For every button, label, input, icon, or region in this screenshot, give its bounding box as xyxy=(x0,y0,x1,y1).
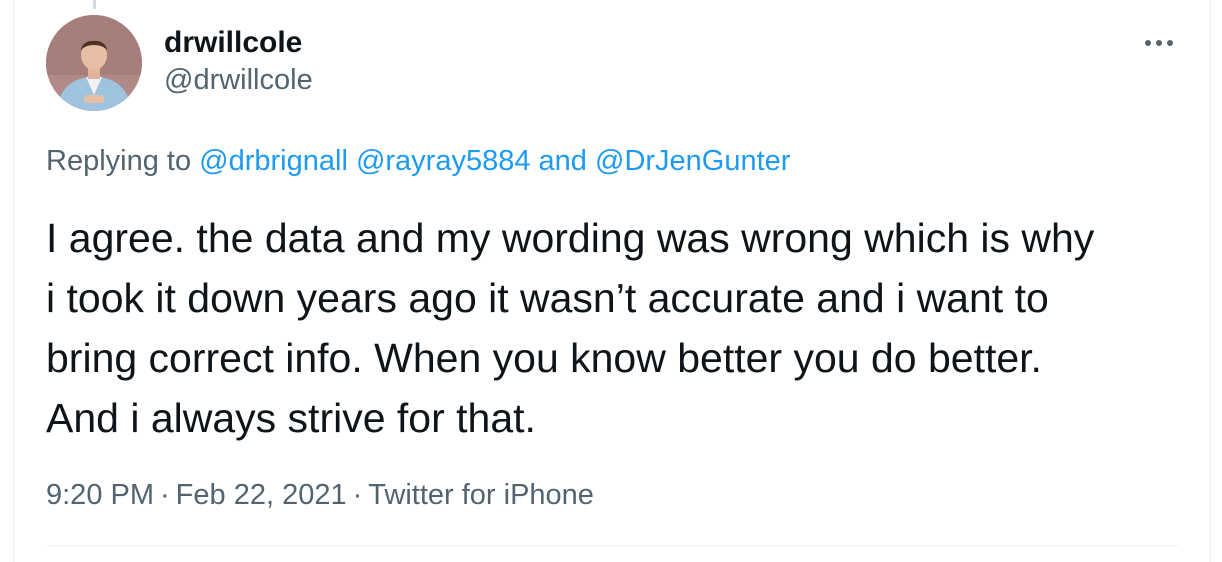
card-left-border xyxy=(13,0,14,562)
more-options-button[interactable] xyxy=(1138,28,1180,58)
tweet-source[interactable]: Twitter for iPhone xyxy=(368,479,594,511)
more-horizontal-icon xyxy=(1145,40,1173,46)
replying-to-line: Replying to @drbrignall @rayray5884 and … xyxy=(46,145,790,178)
replying-to-label: Replying to xyxy=(46,145,192,177)
tweet-text-line: i took it down years ago it wasn’t accur… xyxy=(46,275,1049,321)
author-handle[interactable]: @drwillcole xyxy=(164,64,313,97)
mention-link[interactable]: @DrJenGunter xyxy=(595,145,790,177)
tweet-time[interactable]: 9:20 PM xyxy=(46,479,154,511)
tweet-metadata: 9:20 PM · Feb 22, 2021 · Twitter for iPhone xyxy=(46,479,594,512)
meta-separator: · xyxy=(352,479,363,511)
mention-link[interactable]: @rayray5884 xyxy=(356,145,531,177)
mention-conjunction[interactable]: and xyxy=(539,145,587,177)
tweet-text-line: And i always strive for that. xyxy=(46,395,536,441)
tweet-text-line: I agree. the data and my wording was wro… xyxy=(46,215,1095,261)
tweet-text: I agree. the data and my wording was wro… xyxy=(46,208,1196,448)
tweet-date[interactable]: Feb 22, 2021 xyxy=(176,479,347,511)
thread-connector-line xyxy=(93,0,96,9)
meta-separator: · xyxy=(160,479,170,511)
card-right-border xyxy=(1210,0,1211,562)
author-display-name[interactable]: drwillcole xyxy=(164,26,302,60)
divider xyxy=(46,545,1179,546)
tweet-text-line: bring correct info. When you know better… xyxy=(46,335,1042,381)
tweet-card: drwillcole @drwillcole Replying to @drbr… xyxy=(0,0,1222,562)
mention-link[interactable]: @drbrignall xyxy=(199,145,348,177)
avatar[interactable] xyxy=(46,15,142,111)
